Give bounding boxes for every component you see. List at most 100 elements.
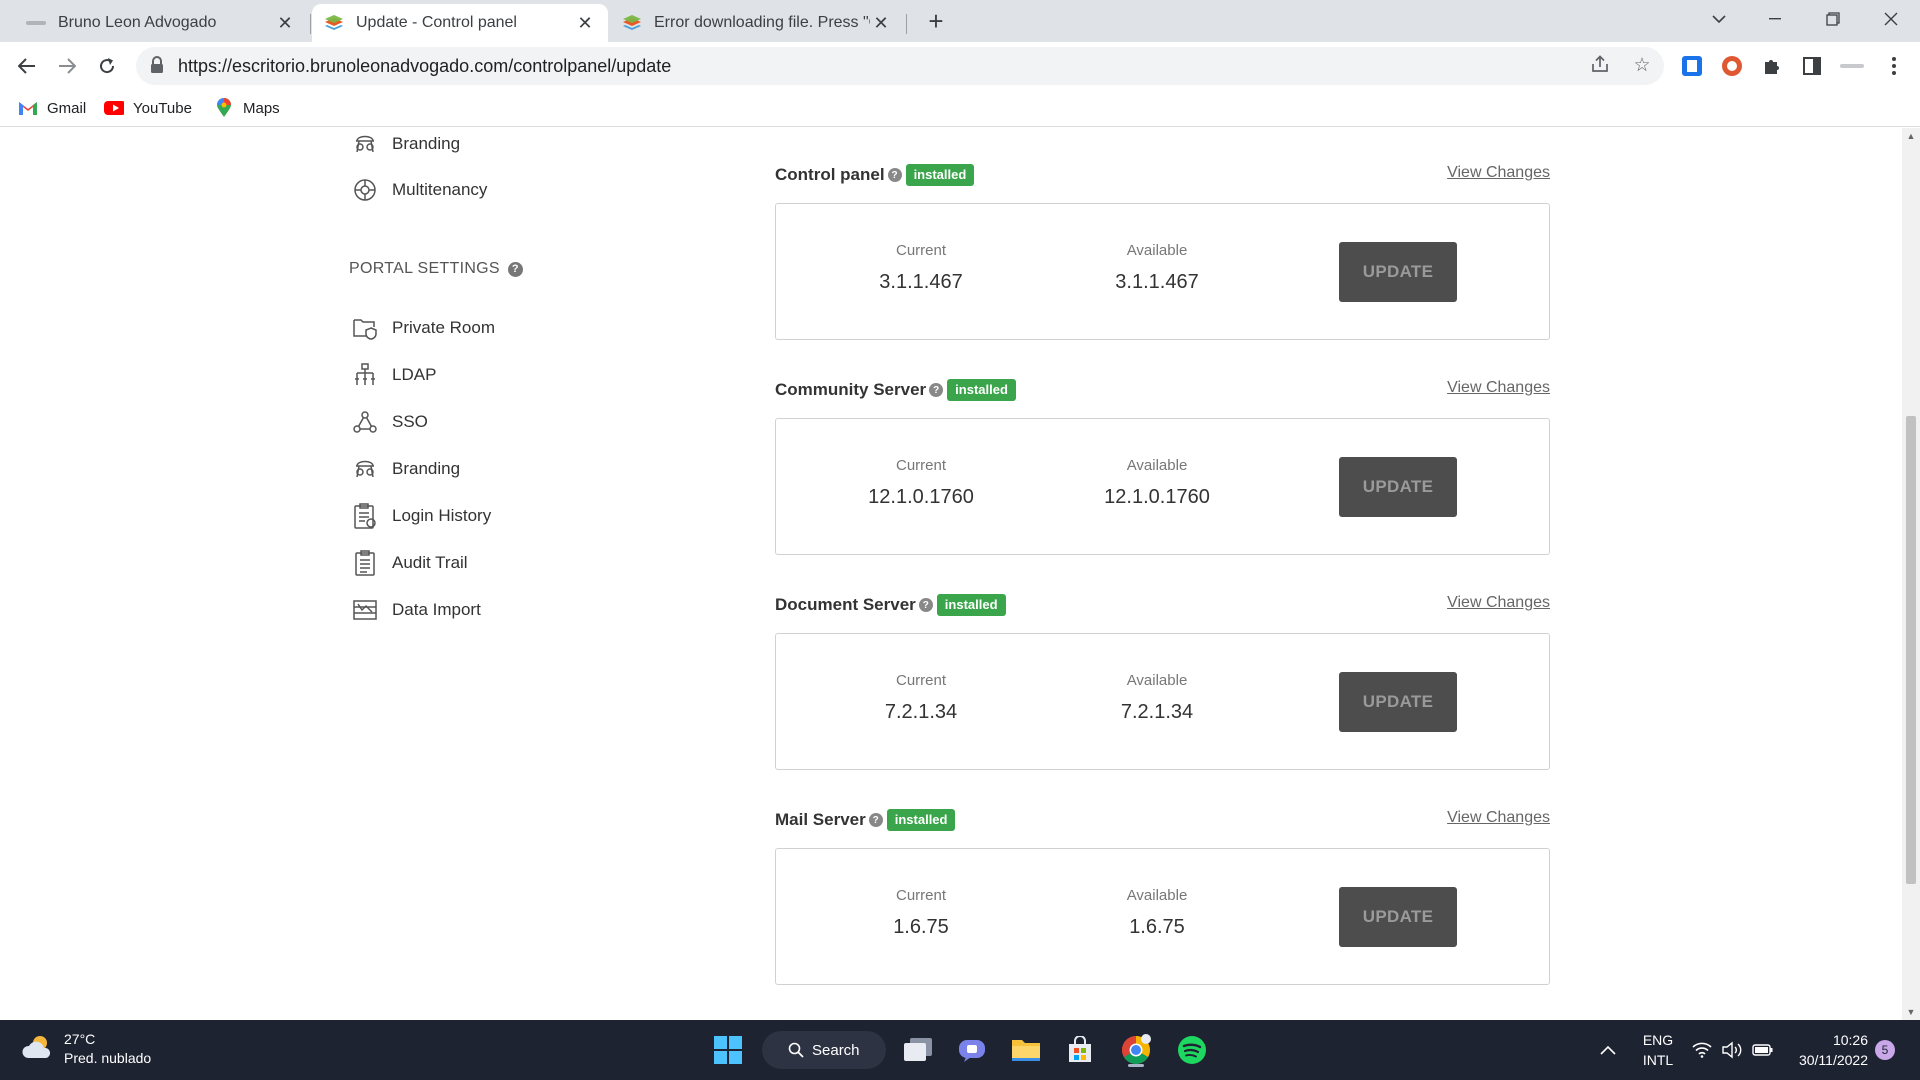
available-value: 1.6.75 — [1129, 916, 1185, 938]
current-value: 7.2.1.34 — [884, 701, 958, 723]
module-card-document-server: Current 7.2.1.34 Available 7.2.1.34 UPDA… — [775, 633, 1550, 770]
chrome-menu-icon[interactable] — [1882, 54, 1906, 78]
sidebar-item-audit-trail[interactable]: Audit Trail — [352, 548, 468, 578]
taskbar-search-button[interactable]: Search — [762, 1031, 886, 1069]
current-label: Current — [895, 887, 947, 904]
installed-badge: installed — [947, 379, 1016, 401]
data-import-icon — [352, 597, 378, 623]
windows-start-icon[interactable] — [708, 1030, 748, 1070]
tab-separator — [310, 14, 311, 34]
scroll-down-arrow-icon[interactable]: ▼ — [1902, 1004, 1920, 1020]
branding-icon — [352, 456, 378, 482]
active-app-indicator — [1128, 1064, 1144, 1067]
spotify-icon[interactable] — [1172, 1030, 1212, 1070]
help-icon[interactable]: ? — [887, 168, 902, 182]
scrollbar-thumb[interactable] — [1906, 416, 1916, 884]
update-button[interactable]: UPDATE — [1339, 672, 1457, 732]
wifi-icon[interactable] — [1692, 1020, 1712, 1080]
bookmark-youtube[interactable]: YouTube — [104, 95, 192, 121]
sidebar-item-branding[interactable]: Branding — [352, 454, 460, 484]
show-hidden-icons-chevron-icon[interactable] — [1600, 1020, 1616, 1080]
battery-icon[interactable] — [1752, 1020, 1774, 1080]
help-icon[interactable]: ? — [868, 813, 883, 827]
notification-count: 5 — [1875, 1040, 1895, 1060]
scroll-up-arrow-icon[interactable]: ▲ — [1902, 128, 1920, 144]
view-changes-link[interactable]: View Changes — [1447, 594, 1550, 612]
update-button[interactable]: UPDATE — [1339, 887, 1457, 947]
multitenancy-icon — [352, 177, 378, 203]
share-icon[interactable] — [1588, 54, 1612, 78]
update-button[interactable]: UPDATE — [1339, 457, 1457, 517]
bookmark-maps[interactable]: Maps — [214, 95, 280, 121]
help-icon[interactable]: ? — [929, 383, 944, 397]
private-room-folder-icon — [352, 315, 378, 341]
browser-tab-update-control-panel[interactable]: Update - Control panel ✕ — [312, 4, 608, 42]
current-version: Current 7.2.1.34 — [841, 672, 1001, 724]
extensions-puzzle-icon[interactable] — [1760, 54, 1784, 78]
sidebar-item-login-history[interactable]: Login History — [352, 501, 491, 531]
current-value: 12.1.0.1760 — [868, 486, 974, 508]
module-header-document-server: Document Server ? installed View Changes — [775, 591, 1550, 619]
file-explorer-icon[interactable] — [1006, 1030, 1046, 1070]
minimize-window-button[interactable] — [1748, 0, 1802, 38]
update-button[interactable]: UPDATE — [1339, 242, 1457, 302]
volume-icon[interactable] — [1722, 1020, 1744, 1080]
side-panel-icon[interactable] — [1800, 54, 1824, 78]
close-tab-icon[interactable]: ✕ — [574, 12, 596, 34]
view-changes-link[interactable]: View Changes — [1447, 809, 1550, 827]
weather-widget[interactable]: 27°C Pred. nublado — [20, 1030, 151, 1068]
sso-nodes-icon — [352, 409, 378, 435]
sidebar-item-multitenancy[interactable]: Multitenancy — [352, 175, 487, 205]
reload-icon[interactable] — [89, 48, 125, 84]
sidebar-item-branding-top[interactable]: Branding — [352, 129, 460, 159]
duckduckgo-extension-icon[interactable] — [1720, 54, 1744, 78]
lock-icon[interactable] — [150, 56, 170, 76]
onlyoffice-favicon-icon — [622, 13, 642, 33]
sidebar-item-private-room[interactable]: Private Room — [352, 313, 495, 343]
back-arrow-icon[interactable] — [9, 48, 45, 84]
page-scrollbar[interactable]: ▲ ▼ — [1902, 128, 1920, 1020]
browser-tab-error-download[interactable]: Error downloading file. Press "OK ✕ — [610, 4, 904, 42]
microsoft-store-icon[interactable] — [1060, 1030, 1100, 1070]
module-title: Community Server ? installed — [775, 379, 1016, 401]
profile-avatar-icon[interactable] — [1840, 54, 1864, 78]
new-tab-button[interactable]: + — [920, 6, 952, 38]
sidebar-item-data-import[interactable]: Data Import — [352, 595, 481, 625]
view-changes-link[interactable]: View Changes — [1447, 379, 1550, 397]
audit-trail-icon — [352, 550, 378, 576]
module-title: Document Server ? installed — [775, 594, 1006, 616]
help-icon[interactable]: ? — [918, 598, 933, 612]
close-window-button[interactable] — [1864, 0, 1918, 38]
url-text[interactable]: https://escritorio.brunoleonadvogado.com… — [178, 56, 671, 77]
restore-window-button[interactable] — [1806, 0, 1860, 38]
sidebar-item-sso[interactable]: SSO — [352, 407, 428, 437]
current-label: Current — [895, 242, 947, 259]
input-language-indicator[interactable]: ENG INTL — [1640, 1020, 1676, 1080]
ldap-tree-icon — [352, 362, 378, 388]
module-name-text: Mail Server — [775, 810, 866, 829]
browser-tab-bruno-leon[interactable]: Bruno Leon Advogado ✕ — [14, 4, 308, 42]
help-icon[interactable]: ? — [507, 261, 523, 277]
available-label: Available — [1126, 457, 1188, 474]
tab-search-chevron-icon[interactable] — [1692, 0, 1746, 38]
chrome-taskbar-icon[interactable] — [1116, 1030, 1156, 1070]
installed-badge: installed — [886, 809, 956, 831]
notification-badge[interactable]: 5 — [1875, 1020, 1895, 1080]
address-bar[interactable]: https://escritorio.brunoleonadvogado.com… — [136, 47, 1664, 85]
clock[interactable]: 10:26 30/11/2022 — [1790, 1020, 1868, 1080]
clock-date: 30/11/2022 — [1798, 1052, 1868, 1068]
task-view-icon[interactable] — [898, 1030, 938, 1070]
available-value: 3.1.1.467 — [1115, 271, 1199, 293]
module-card-control-panel: Current 3.1.1.467 Available 3.1.1.467 UP… — [775, 203, 1550, 340]
bookmark-gmail[interactable]: Gmail — [18, 95, 86, 121]
module-header-mail-server: Mail Server ? installed View Changes — [775, 806, 1550, 834]
close-tab-icon[interactable]: ✕ — [870, 12, 892, 34]
forward-arrow-icon[interactable] — [49, 48, 85, 84]
bookmark-star-icon[interactable]: ☆ — [1630, 54, 1654, 78]
onlyoffice-favicon-icon — [324, 13, 344, 33]
sidebar-item-ldap[interactable]: LDAP — [352, 360, 436, 390]
view-changes-link[interactable]: View Changes — [1447, 164, 1550, 182]
bitwarden-extension-icon[interactable] — [1680, 54, 1704, 78]
close-tab-icon[interactable]: ✕ — [274, 12, 296, 34]
teams-chat-icon[interactable] — [952, 1030, 992, 1070]
